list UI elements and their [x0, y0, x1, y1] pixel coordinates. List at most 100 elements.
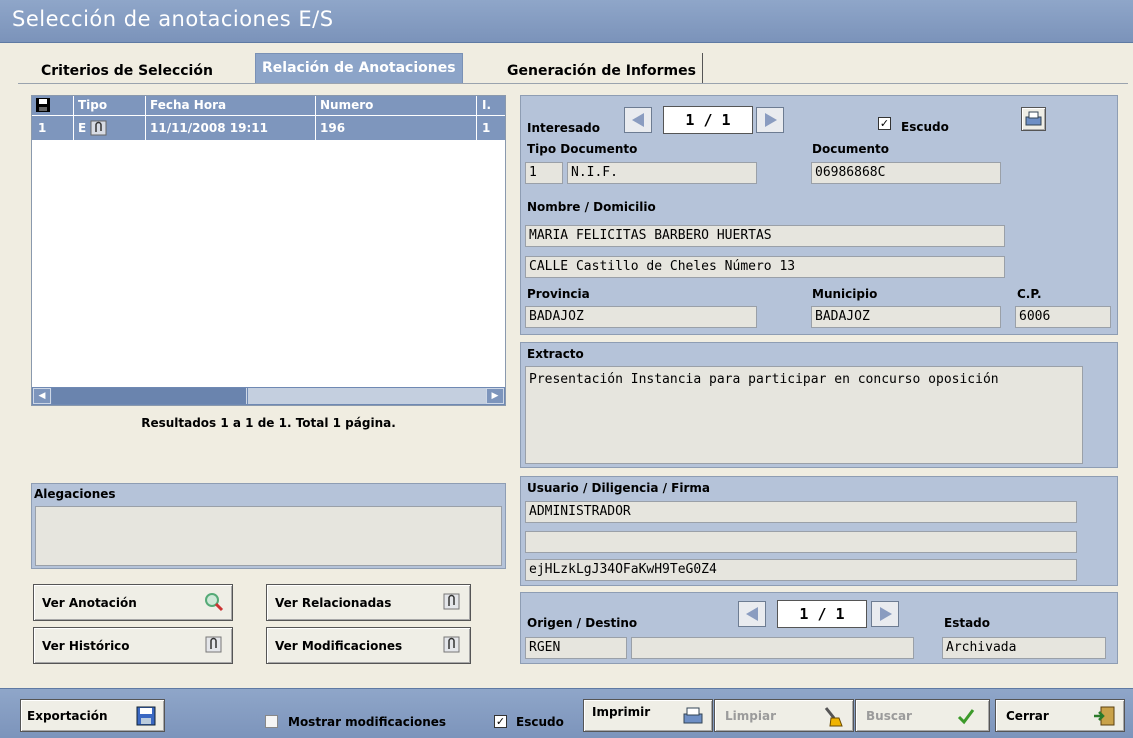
ver-historico-label: Ver Histórico: [42, 638, 130, 653]
check-icon: [957, 709, 975, 725]
tipo-documento-label: Tipo Documento: [527, 142, 638, 156]
ver-anotacion-label: Ver Anotación: [42, 595, 137, 610]
interesado-escudo-label: Escudo: [901, 120, 949, 134]
buscar-button[interactable]: Buscar: [855, 699, 990, 732]
save-icon: [136, 706, 156, 726]
tab-criterios[interactable]: Criterios de Selección: [35, 53, 219, 83]
usuario-field[interactable]: ADMINISTRADOR: [525, 501, 1077, 523]
mostrar-modificaciones-label: Mostrar modificaciones: [288, 715, 447, 729]
origen-prev-button[interactable]: [738, 601, 766, 627]
origen-panel: Origen / Destino 1 / 1 Estado RGEN Archi…: [520, 592, 1118, 664]
printer-icon: [1025, 111, 1042, 126]
grid-divider: [73, 96, 74, 140]
col-fecha-hora[interactable]: Fecha Hora: [146, 96, 314, 115]
extracto-field[interactable]: Presentación Instancia para participar e…: [525, 366, 1083, 464]
provincia-field[interactable]: BADAJOZ: [525, 306, 757, 328]
imprimir-label: Imprimir: [592, 705, 651, 719]
origen-field[interactable]: RGEN: [525, 637, 627, 659]
grid-divider: [315, 96, 316, 140]
row-numero: 196: [320, 121, 346, 135]
results-summary: Resultados 1 a 1 de 1. Total 1 página.: [141, 416, 396, 430]
imprimir-button[interactable]: Imprimir: [583, 699, 713, 732]
tab-relacion[interactable]: Relación de Anotaciones: [255, 53, 463, 83]
estado-field[interactable]: Archivada: [942, 637, 1106, 659]
usuario-panel: Usuario / Diligencia / Firma ADMINISTRAD…: [520, 476, 1118, 586]
municipio-label: Municipio: [812, 287, 878, 301]
tipo-documento-code[interactable]: 1: [525, 162, 563, 184]
alegaciones-field[interactable]: [35, 506, 502, 566]
col-i[interactable]: I.: [478, 96, 506, 115]
grid-save-cell[interactable]: [32, 96, 72, 115]
ver-historico-button[interactable]: Ver Histórico: [33, 627, 233, 664]
nombre-domicilio-label: Nombre / Domicilio: [527, 200, 656, 214]
bottom-toolbar: Exportación Mostrar modificaciones ✓ Esc…: [0, 688, 1133, 738]
diligencia-field[interactable]: [525, 531, 1077, 553]
attachment-icon: [205, 636, 222, 653]
cerrar-button[interactable]: Cerrar: [995, 699, 1125, 732]
provincia-label: Provincia: [527, 287, 590, 301]
interesado-prev-button[interactable]: [624, 107, 652, 133]
limpiar-button[interactable]: Limpiar: [714, 699, 854, 732]
interesado-next-button[interactable]: [756, 107, 784, 133]
alegaciones-label: Alegaciones: [34, 487, 116, 501]
documento-field[interactable]: 06986868C: [811, 162, 1001, 184]
exportacion-label: Exportación: [27, 708, 108, 723]
ver-relacionadas-button[interactable]: Ver Relacionadas: [266, 584, 471, 621]
arrow-left-icon: [632, 113, 644, 127]
ver-anotacion-button[interactable]: Ver Anotación: [33, 584, 233, 621]
grid-divider: [145, 96, 146, 140]
brush-icon: [824, 707, 843, 727]
interesado-panel: Interesado 1 / 1 ✓ Escudo Tipo Documento…: [520, 95, 1118, 335]
municipio-field[interactable]: BADAJOZ: [811, 306, 1001, 328]
buscar-label: Buscar: [866, 708, 912, 723]
title-bar: Selección de anotaciones E/S: [0, 0, 1133, 43]
mostrar-modificaciones-checkbox[interactable]: [265, 715, 278, 728]
ver-relacionadas-label: Ver Relacionadas: [275, 595, 392, 610]
origen-destino-label: Origen / Destino: [527, 616, 638, 630]
row-i: 1: [482, 121, 491, 135]
cp-field[interactable]: 6006: [1015, 306, 1111, 328]
cerrar-label: Cerrar: [1006, 708, 1049, 723]
window-title: Selección de anotaciones E/S: [12, 7, 334, 31]
printer-icon: [683, 707, 703, 724]
arrow-left-icon: [746, 607, 758, 621]
scroll-right-icon[interactable]: ▶: [486, 388, 504, 404]
usuario-label: Usuario / Diligencia / Firma: [527, 481, 711, 495]
interesado-label: Interesado: [527, 121, 601, 135]
tab-generacion[interactable]: Generación de Informes: [501, 53, 703, 83]
nombre-field[interactable]: MARIA FELICITAS BARBERO HUERTAS: [525, 225, 1005, 247]
save-icon: [36, 98, 50, 112]
table-row[interactable]: 1 E 11/11/2008 19:11 196 1: [32, 116, 505, 140]
grid-divider: [476, 96, 477, 140]
scroll-thumb[interactable]: [52, 388, 247, 404]
origen-pager: 1 / 1: [777, 600, 867, 628]
destino-field[interactable]: [631, 637, 914, 659]
arrow-right-icon: [880, 607, 892, 621]
firma-field[interactable]: ejHLzkLgJ34OFaKwH9TeG0Z4: [525, 559, 1077, 581]
scroll-left-icon[interactable]: ◀: [33, 388, 51, 404]
ver-modificaciones-button[interactable]: Ver Modificaciones: [266, 627, 471, 664]
tipo-documento-field[interactable]: N.I.F.: [567, 162, 757, 184]
row-fecha-hora: 11/11/2008 19:11: [150, 121, 268, 135]
attachment-icon: [90, 119, 108, 140]
row-index: 1: [38, 121, 47, 135]
horizontal-scrollbar[interactable]: ◀ ▶: [32, 387, 505, 405]
col-numero[interactable]: Numero: [316, 96, 466, 115]
bottom-escudo-label: Escudo: [516, 715, 564, 729]
magnifier-icon: [205, 593, 224, 612]
exit-door-icon: [1094, 706, 1115, 726]
ver-modificaciones-label: Ver Modificaciones: [275, 638, 403, 653]
limpiar-label: Limpiar: [725, 708, 776, 723]
grid-header: Tipo Fecha Hora Numero I.: [32, 96, 505, 115]
col-tipo[interactable]: Tipo: [74, 96, 144, 115]
scroll-track[interactable]: [248, 388, 486, 404]
domicilio-field[interactable]: CALLE Castillo de Cheles Número 13: [525, 256, 1005, 278]
print-interesado-button[interactable]: [1021, 107, 1046, 131]
bottom-escudo-checkbox[interactable]: ✓: [494, 715, 507, 728]
cp-label: C.P.: [1017, 287, 1042, 301]
annotations-grid[interactable]: Tipo Fecha Hora Numero I. 1 E 11/11/2008…: [31, 95, 506, 406]
exportacion-button[interactable]: Exportación: [20, 699, 165, 732]
origen-next-button[interactable]: [871, 601, 899, 627]
extracto-panel: Extracto Presentación Instancia para par…: [520, 342, 1118, 468]
interesado-escudo-checkbox[interactable]: ✓: [878, 117, 891, 130]
